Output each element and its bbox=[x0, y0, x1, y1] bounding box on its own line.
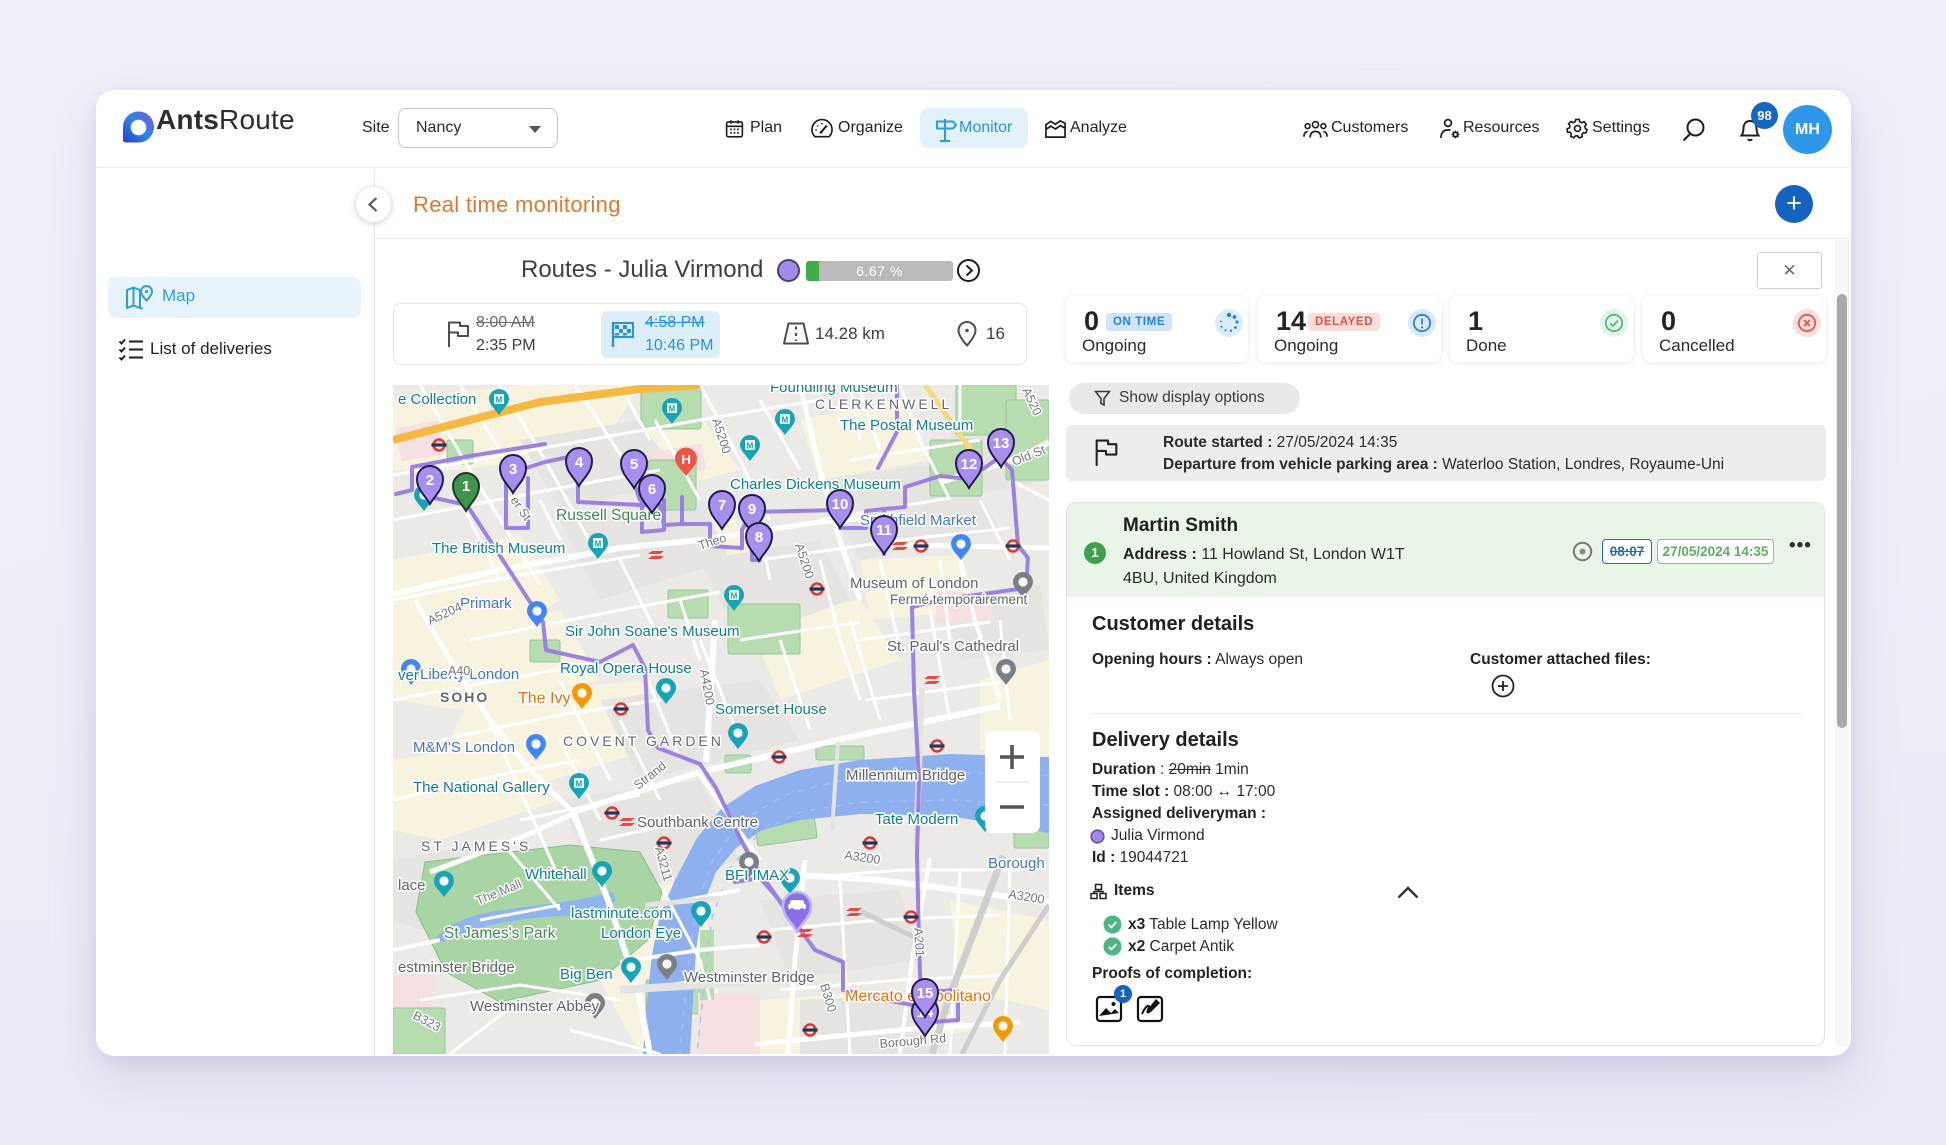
svg-text:Fermé temporairement: Fermé temporairement bbox=[890, 592, 1028, 607]
svg-text:15: 15 bbox=[917, 985, 934, 1002]
svg-text:The Ivy: The Ivy bbox=[518, 690, 570, 707]
svg-text:1: 1 bbox=[462, 478, 470, 495]
svg-text:Millennium Bridge: Millennium Bridge bbox=[846, 767, 965, 784]
svg-text:The National Gallery: The National Gallery bbox=[413, 779, 550, 796]
svg-text:H: H bbox=[681, 452, 690, 467]
svg-text:Big Ben: Big Ben bbox=[560, 966, 613, 983]
svg-text:SOHO: SOHO bbox=[440, 689, 489, 705]
svg-text:BFI IMAX: BFI IMAX bbox=[725, 867, 789, 884]
svg-text:lastminute.com: lastminute.com bbox=[571, 905, 672, 922]
svg-text:CLERKENWELL: CLERKENWELL bbox=[815, 396, 952, 412]
svg-text:The Postal Museum: The Postal Museum bbox=[840, 417, 973, 434]
svg-text:3: 3 bbox=[509, 461, 517, 478]
svg-text:lace: lace bbox=[398, 877, 426, 894]
svg-text:10: 10 bbox=[832, 496, 849, 513]
svg-text:12: 12 bbox=[961, 456, 978, 473]
svg-text:7: 7 bbox=[718, 497, 726, 514]
svg-text:Charles Dickens Museum: Charles Dickens Museum bbox=[730, 476, 901, 493]
svg-text:5: 5 bbox=[630, 456, 638, 473]
svg-text:The British Museum: The British Museum bbox=[432, 540, 565, 557]
svg-text:Tate Modern: Tate Modern bbox=[875, 811, 958, 828]
svg-text:e Collection: e Collection bbox=[398, 391, 476, 408]
svg-text:Museum of London: Museum of London bbox=[850, 575, 978, 592]
svg-text:Foundling Museum: Foundling Museum bbox=[770, 385, 898, 396]
svg-text:St James's Park: St James's Park bbox=[444, 925, 556, 942]
svg-text:ver: ver bbox=[398, 667, 419, 684]
svg-text:London Eye: London Eye bbox=[601, 925, 681, 942]
svg-text:Russell Square: Russell Square bbox=[556, 507, 661, 524]
svg-text:6: 6 bbox=[648, 481, 656, 498]
svg-text:Westminster Abbey: Westminster Abbey bbox=[470, 998, 599, 1015]
svg-text:ST JAMES'S: ST JAMES'S bbox=[421, 838, 531, 854]
svg-text:13: 13 bbox=[993, 435, 1010, 452]
svg-text:Southbank Centre: Southbank Centre bbox=[637, 814, 758, 831]
svg-text:Borough: Borough bbox=[988, 855, 1045, 872]
svg-text:8: 8 bbox=[755, 529, 763, 546]
svg-text:COVENT GARDEN: COVENT GARDEN bbox=[563, 733, 724, 749]
svg-text:4: 4 bbox=[575, 454, 584, 471]
svg-text:M&M'S London: M&M'S London bbox=[413, 739, 515, 756]
svg-text:Royal Opera House: Royal Opera House bbox=[560, 660, 692, 677]
svg-text:Westminster Bridge: Westminster Bridge bbox=[684, 969, 815, 986]
svg-text:2: 2 bbox=[426, 472, 434, 489]
svg-text:estminster Bridge: estminster Bridge bbox=[398, 959, 515, 976]
svg-text:Somerset House: Somerset House bbox=[715, 701, 827, 718]
svg-text:9: 9 bbox=[748, 501, 756, 518]
svg-text:St. Paul's Cathedral: St. Paul's Cathedral bbox=[887, 638, 1019, 655]
svg-text:Sir John Soane's Museum: Sir John Soane's Museum bbox=[565, 623, 740, 640]
svg-text:11: 11 bbox=[876, 522, 892, 539]
svg-text:A40: A40 bbox=[448, 664, 470, 678]
svg-text:A201: A201 bbox=[911, 927, 927, 957]
svg-text:Primark: Primark bbox=[460, 595, 512, 612]
svg-text:Whitehall: Whitehall bbox=[525, 866, 587, 883]
